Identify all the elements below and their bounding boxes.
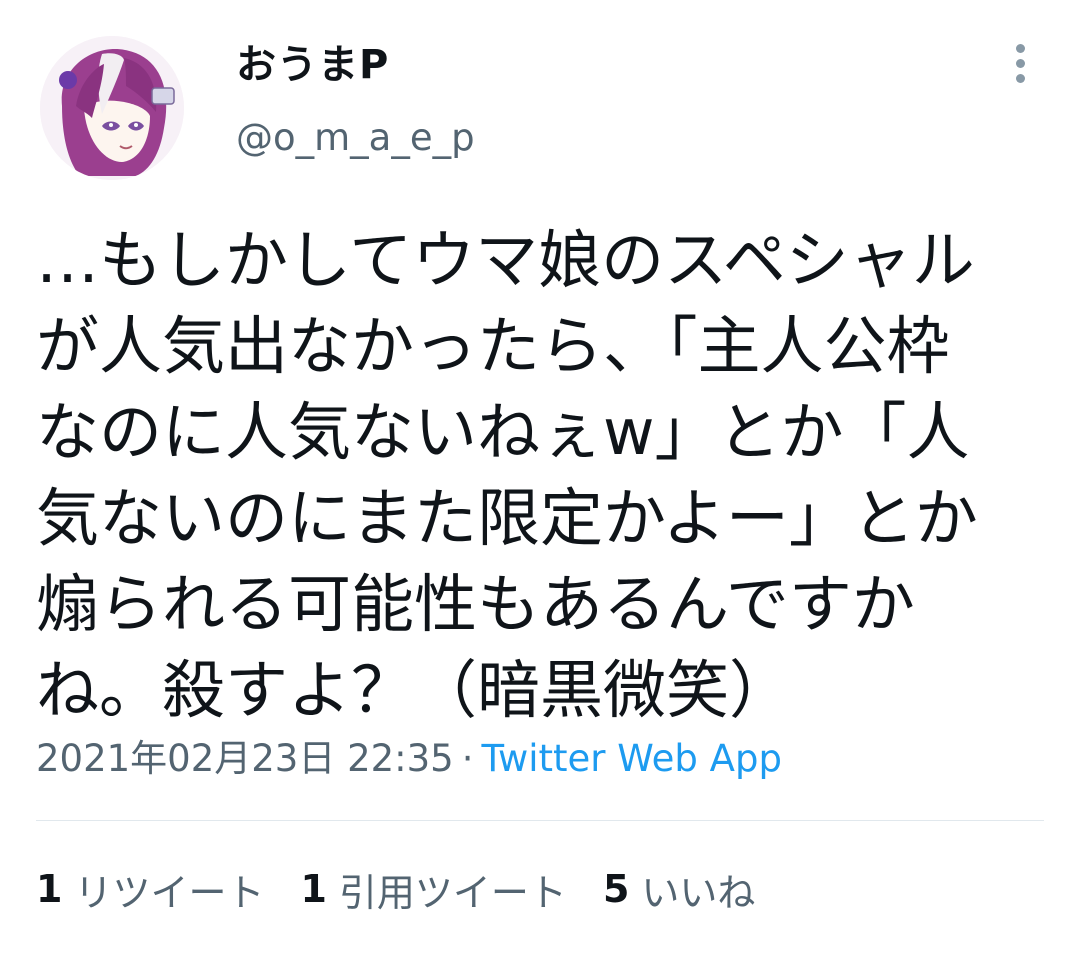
avatar-image	[40, 36, 184, 180]
avatar[interactable]	[40, 36, 184, 180]
tweet-meta: 2021年02月23日 22:35 · Twitter Web App	[36, 734, 782, 784]
divider	[36, 820, 1044, 821]
quotes-stat[interactable]: 1 引用ツイート	[300, 862, 566, 917]
more-dot	[1015, 59, 1025, 68]
tweet-stats: 1 リツイート 1 引用ツイート 5 いいね	[36, 862, 755, 916]
likes-stat[interactable]: 5 いいね	[603, 862, 755, 917]
user-handle[interactable]: @o_m_a_e_p	[236, 114, 475, 162]
retweets-count: 1	[36, 867, 63, 911]
tweet-text: …もしかしてウマ娘のスペシャル が人気出なかったら、「主人公枠 なのに人気ないね…	[36, 224, 978, 727]
tweet-timestamp[interactable]: 2021年02月23日 22:35	[36, 737, 454, 780]
likes-label: いいね	[641, 870, 756, 915]
tweet-card: おうまP @o_m_a_e_p …もしかしてウマ娘のスペシャル が人気出なかった…	[0, 0, 1080, 954]
more-dot	[1015, 44, 1025, 53]
quotes-label: 引用ツイート	[338, 870, 567, 915]
likes-count: 5	[602, 867, 630, 911]
tweet-source-link[interactable]: Twitter Web App	[481, 737, 781, 780]
quotes-count: 1	[300, 867, 327, 911]
meta-separator: ·	[461, 737, 474, 780]
more-vertical-icon[interactable]	[1006, 44, 1034, 84]
display-name[interactable]: おうまP	[236, 40, 389, 90]
retweets-label: リツイート	[74, 870, 265, 915]
more-dot	[1015, 74, 1025, 83]
retweets-stat[interactable]: 1 リツイート	[36, 862, 264, 917]
